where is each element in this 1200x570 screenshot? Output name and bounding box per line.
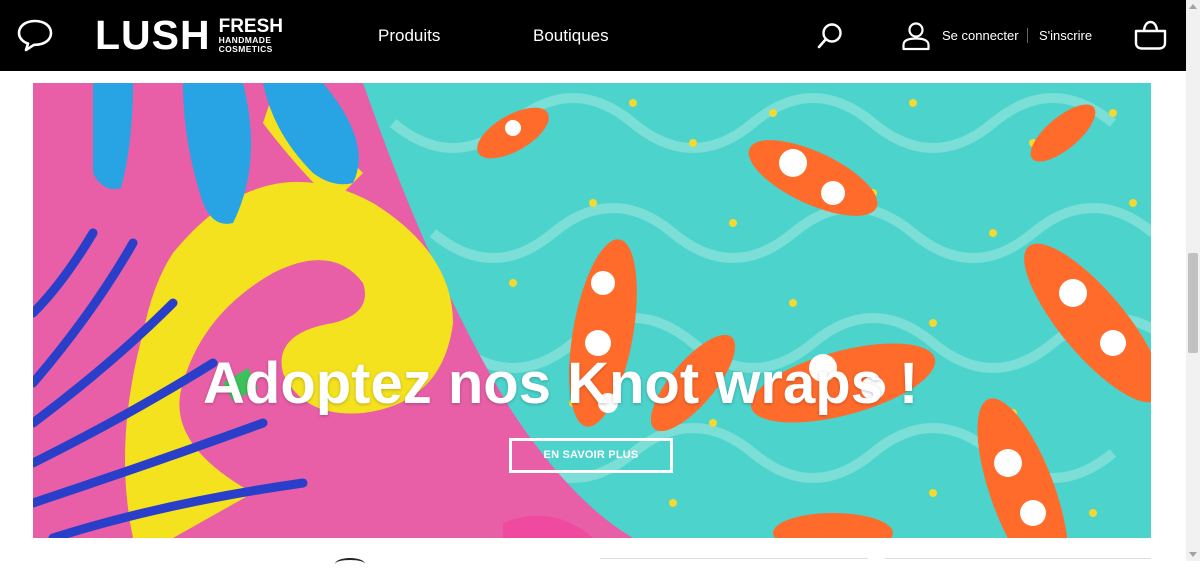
- learn-more-button[interactable]: EN SAVOIR PLUS: [509, 438, 673, 473]
- user-icon[interactable]: [901, 21, 931, 51]
- nav-produits[interactable]: Produits: [378, 25, 440, 47]
- chat-icon[interactable]: [16, 17, 54, 53]
- card-border: [885, 558, 1151, 559]
- scrollbar-thumb[interactable]: [1188, 253, 1198, 353]
- logo-fresh: FRESH: [218, 15, 284, 37]
- header-divider: [1027, 28, 1028, 43]
- logo-tagline: FRESH HANDMADE COSMETICS: [219, 17, 283, 54]
- login-link[interactable]: Se connecter: [942, 28, 1019, 44]
- card-border: [600, 558, 868, 559]
- hero-banner[interactable]: Adoptez nos Knot wraps ! EN SAVOIR PLUS: [33, 83, 1151, 538]
- search-icon[interactable]: [816, 22, 844, 50]
- logo-wordmark: LUSH: [95, 12, 211, 58]
- signup-link[interactable]: S'inscrire: [1039, 28, 1092, 44]
- nav-boutiques[interactable]: Boutiques: [533, 25, 609, 47]
- site-header: LUSH FRESH HANDMADE COSMETICS Produits B…: [0, 0, 1186, 71]
- hero-title: Adoptez nos Knot wraps !: [203, 351, 919, 416]
- basket-icon[interactable]: [1133, 19, 1168, 51]
- scroll-down-arrow[interactable]: [1189, 552, 1197, 557]
- lush-logo[interactable]: LUSH FRESH HANDMADE COSMETICS: [95, 14, 283, 56]
- scroll-up-arrow[interactable]: [1189, 4, 1197, 9]
- page-scrollbar[interactable]: [1186, 0, 1200, 561]
- logo-cosmetics: COSMETICS: [218, 43, 273, 54]
- partial-icon: [335, 558, 365, 570]
